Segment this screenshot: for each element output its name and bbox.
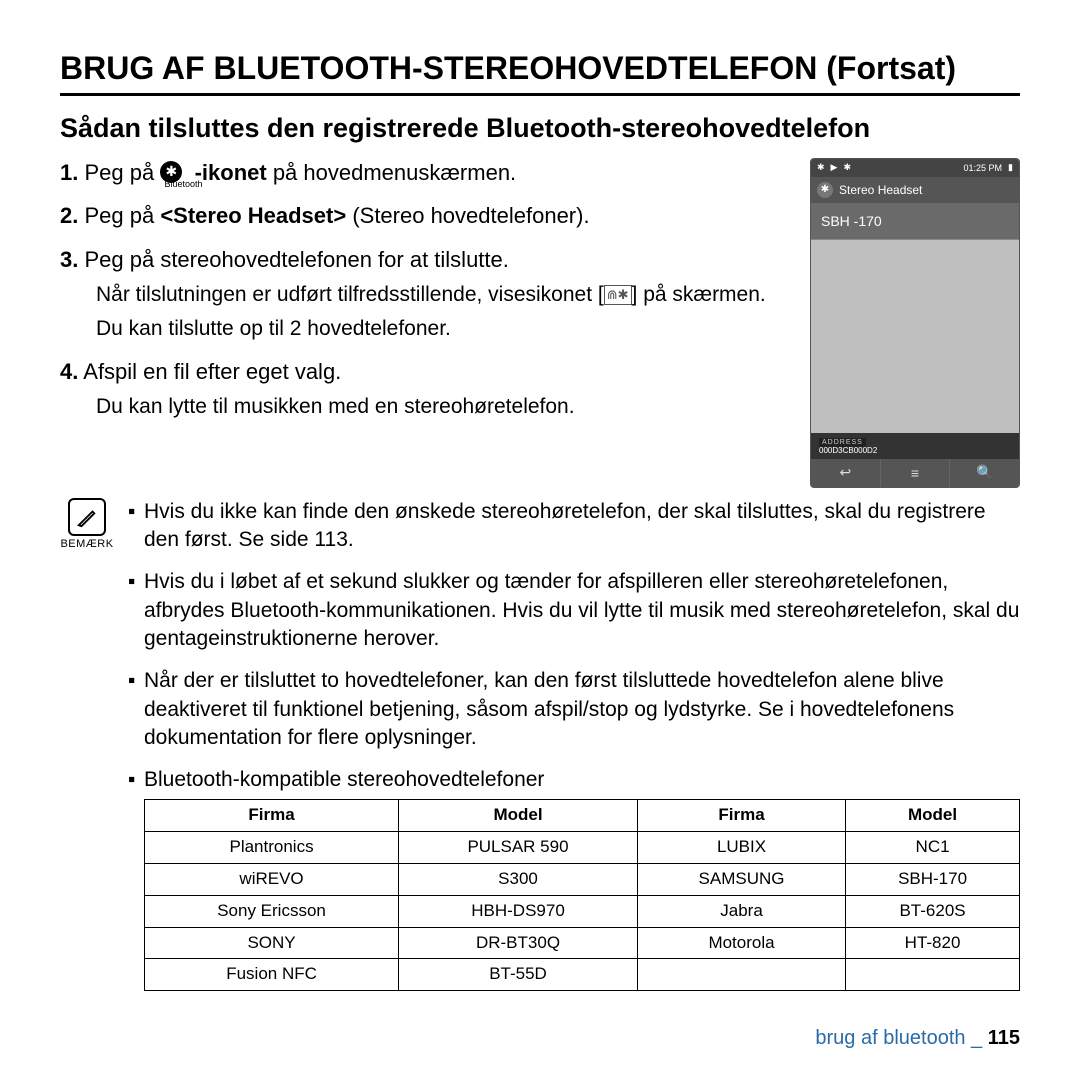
step-3: 3. Peg på stereohovedtelefonen for at ti… [60, 245, 790, 343]
section-title: Sådan tilsluttes den registrerede Blueto… [60, 114, 1020, 144]
step-1-number: 1. [60, 160, 78, 185]
address-value: 000D3CB000D2 [819, 446, 877, 455]
table-caption: Bluetooth-kompatible stereohovedtelefone… [144, 766, 1020, 794]
step-2-text-a: Peg på [84, 203, 160, 228]
status-bar: ✱ ▶ ✱ 01:25 PM ▮ [811, 159, 1019, 177]
step-2: 2. Peg på <Stereo Headset> (Stereo hoved… [60, 201, 790, 231]
cell: Jabra [637, 895, 845, 927]
step-2-text-c: (Stereo hovedtelefoner). [346, 203, 589, 228]
page-footer: brug af bluetooth _ 115 [815, 1027, 1020, 1050]
cell: Motorola [637, 927, 845, 959]
cell: HT-820 [846, 927, 1020, 959]
table-row: Fusion NFC BT-55D [145, 959, 1020, 991]
search-icon: 🔍 [950, 459, 1019, 487]
table-row: Sony Ericsson HBH-DS970 Jabra BT-620S [145, 895, 1020, 927]
cell: S300 [399, 863, 638, 895]
cell: LUBIX [637, 831, 845, 863]
table-header-row: Firma Model Firma Model [145, 799, 1020, 831]
step-4-number: 4. [60, 359, 78, 384]
cell: wiREVO [145, 863, 399, 895]
th-firma-1: Firma [145, 799, 399, 831]
th-model-2: Model [846, 799, 1020, 831]
device-list-empty [811, 240, 1019, 433]
headphone-bt-icon: ⋒✱ [604, 285, 632, 305]
device-list-item: SBH -170 [811, 203, 1019, 240]
cell: SBH-170 [846, 863, 1020, 895]
bluetooth-status-icon: ✱ [817, 162, 825, 173]
step-2-number: 2. [60, 203, 78, 228]
cell: Fusion NFC [145, 959, 399, 991]
step-3-text: Peg på stereohovedtelefonen for at tilsl… [84, 247, 508, 272]
table-row: wiREVO S300 SAMSUNG SBH-170 [145, 863, 1020, 895]
table-row: Plantronics PULSAR 590 LUBIX NC1 [145, 831, 1020, 863]
screen-header: ✱ Stereo Headset [811, 177, 1019, 203]
page-number: 115 [988, 1027, 1020, 1049]
step-3-sub1: Når tilslutningen er udført tilfredsstil… [96, 281, 790, 309]
nav-bar: ↩ ≡ 🔍 [811, 459, 1019, 487]
note-p1: Hvis du ikke kan finde den ønskede stere… [144, 498, 1020, 555]
battery-icon: ▮ [1008, 162, 1013, 173]
table-row: SONY DR-BT30Q Motorola HT-820 [145, 927, 1020, 959]
step-4-text: Afspil en fil efter eget valg. [83, 359, 341, 384]
menu-icon: ≡ [881, 459, 951, 487]
step-3-number: 3. [60, 247, 78, 272]
step-4: 4. Afspil en fil efter eget valg. Du kan… [60, 357, 790, 421]
cell: DR-BT30Q [399, 927, 638, 959]
cell: PULSAR 590 [399, 831, 638, 863]
step-1-text-c: på hovedmenuskærmen. [267, 160, 516, 185]
th-firma-2: Firma [637, 799, 845, 831]
screen-header-text: Stereo Headset [839, 183, 922, 197]
page-title: BRUG AF BLUETOOTH-STEREOHOVEDTELEFON (Fo… [60, 50, 1020, 96]
device-screenshot: ✱ ▶ ✱ 01:25 PM ▮ ✱ Stereo Headset SBH -1… [810, 158, 1020, 488]
step-1-bold: -ikonet [195, 160, 267, 185]
cell [637, 959, 845, 991]
step-1-text-a: Peg på [84, 160, 160, 185]
address-panel: ADDRESS 000D3CB000D2 [811, 433, 1019, 459]
step-3-sub2: Du kan tilslutte op til 2 hovedtelefoner… [96, 315, 790, 343]
cell: SONY [145, 927, 399, 959]
note-label: BEMÆRK [60, 538, 114, 550]
cell: BT-620S [846, 895, 1020, 927]
step-1: 1. Peg på ✱ Bluetooth -ikonet på hovedme… [60, 158, 790, 188]
footer-text: brug af bluetooth _ [815, 1027, 982, 1049]
th-model-1: Model [399, 799, 638, 831]
bluetooth-header-icon: ✱ [817, 182, 833, 198]
play-status-icon: ▶ [831, 162, 838, 173]
cell: NC1 [846, 831, 1020, 863]
compat-table: Firma Model Firma Model Plantronics PULS… [144, 799, 1020, 992]
step-3-sub1-a: Når tilslutningen er udført tilfredsstil… [96, 283, 604, 306]
cell: SAMSUNG [637, 863, 845, 895]
cell [846, 959, 1020, 991]
note-icon [68, 498, 106, 536]
step-4-sub: Du kan lytte til musikken med en stereoh… [96, 393, 790, 421]
bt-small-icon: ✱ [843, 162, 851, 173]
step-2-bold: <Stereo Headset> [160, 203, 346, 228]
cell: Sony Ericsson [145, 895, 399, 927]
note-p3: Når der er tilsluttet to hovedtelefoner,… [144, 667, 1020, 752]
cell: BT-55D [399, 959, 638, 991]
cell: Plantronics [145, 831, 399, 863]
note-p2: Hvis du i løbet af et sekund slukker og … [144, 568, 1020, 653]
back-icon: ↩ [811, 459, 881, 487]
clock: 01:25 PM [964, 163, 1003, 173]
step-3-sub1-b: ] på skærmen. [632, 283, 766, 306]
cell: HBH-DS970 [399, 895, 638, 927]
